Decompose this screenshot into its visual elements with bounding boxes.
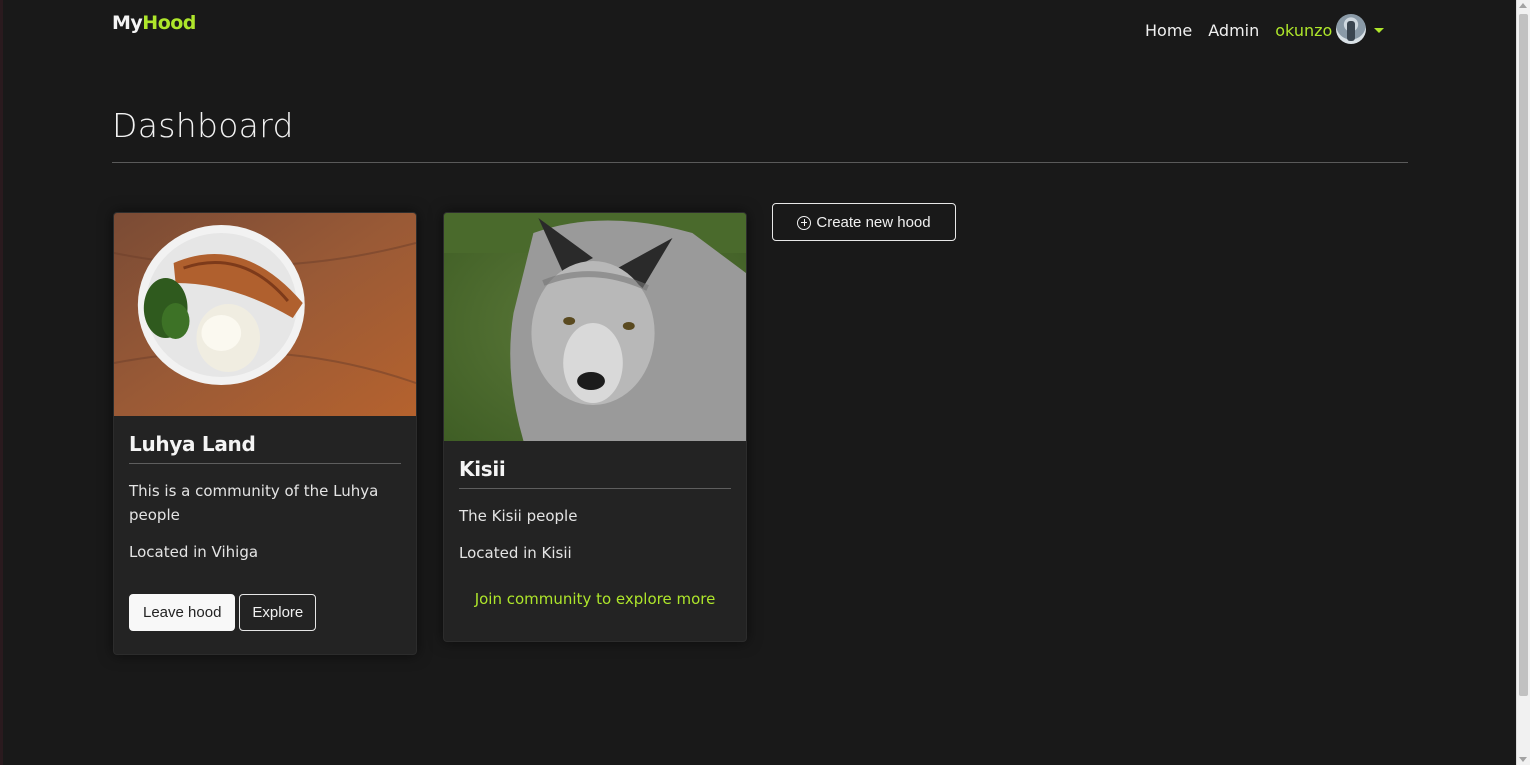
user-menu-toggle[interactable]: okunzo: [1275, 14, 1385, 44]
username: okunzo: [1275, 20, 1333, 40]
hood-name: Kisii: [459, 441, 731, 489]
hood-image-food: [114, 213, 416, 416]
hood-location: Located in Vihiga: [129, 543, 259, 561]
hood-name: Luhya Land: [129, 416, 401, 464]
hood-card: Luhya Land This is a community of the Lu…: [113, 212, 417, 655]
brand-suffix: Hood: [142, 12, 196, 34]
hood-actions: Leave hood Explore: [129, 594, 401, 631]
page-title: Dashboard: [112, 106, 294, 145]
window-edge: [0, 0, 3, 765]
nav-admin-link[interactable]: Admin: [1208, 21, 1259, 40]
scroll-down-arrow-icon[interactable]: [1519, 757, 1527, 762]
hood-description: The Kisii people: [459, 507, 578, 525]
page-scrollbar[interactable]: [1516, 0, 1530, 765]
brand-logo[interactable]: MyHood: [112, 12, 196, 34]
chevron-down-icon: [1374, 27, 1385, 33]
title-divider: [112, 162, 1408, 163]
top-nav: Home Admin okunzo: [1145, 14, 1385, 44]
create-hood-label: Create new hood: [816, 213, 931, 231]
join-community-link[interactable]: Join community to explore more: [459, 590, 731, 608]
avatar: [1336, 14, 1367, 44]
scroll-up-arrow-icon[interactable]: [1519, 3, 1527, 8]
brand-prefix: My: [112, 12, 143, 34]
scroll-thumb[interactable]: [1519, 14, 1528, 696]
hood-description: This is a community of the Luhya people: [129, 482, 379, 524]
explore-button[interactable]: Explore: [239, 594, 317, 631]
create-hood-button[interactable]: Create new hood: [772, 203, 956, 241]
leave-hood-button[interactable]: Leave hood: [129, 594, 236, 631]
plus-circle-icon: [797, 215, 812, 230]
nav-home-link[interactable]: Home: [1145, 21, 1192, 40]
hood-card: Kisii The Kisii people Located in Kisii …: [443, 212, 747, 642]
hood-image-wolf: [444, 213, 746, 441]
hood-location: Located in Kisii: [459, 544, 572, 562]
